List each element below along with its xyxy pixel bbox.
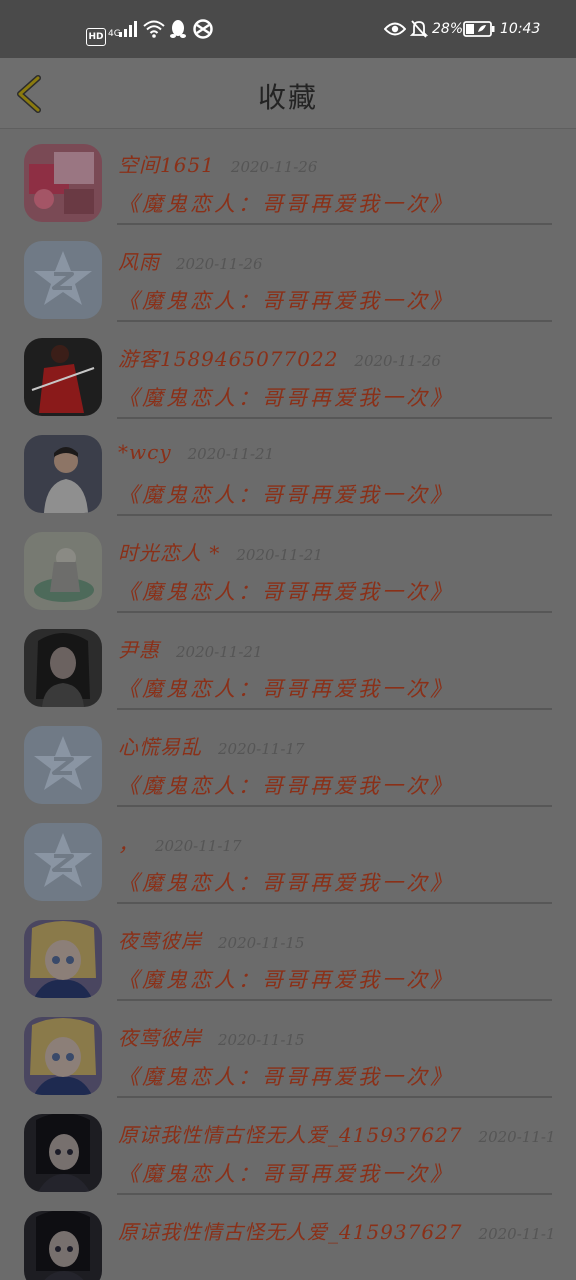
story-title-link[interactable]: 《魔鬼恋人：哥哥再爱我一次》 [118, 1061, 454, 1091]
favorite-row[interactable]: 时光恋人 * 2020-11-21 《魔鬼恋人：哥哥再爱我一次》 [0, 529, 576, 626]
name-line: 心慌易乱 2020-11-17 [118, 731, 304, 760]
username[interactable]: ， [118, 828, 139, 857]
story-title-link[interactable]: 《魔鬼恋人：哥哥再爱我一次》 [118, 382, 454, 412]
favorite-date: 2020-11-1 [478, 1225, 556, 1243]
favorite-date: 2020-11-26 [354, 352, 441, 370]
favorite-date: 2020-11-17 [218, 740, 305, 758]
favorite-row[interactable]: 原谅我性情古怪无人爱_415937627 2020-11-1 《魔鬼恋人：哥哥再爱我… [0, 1111, 576, 1208]
signal-icon [118, 19, 138, 39]
row-divider [117, 902, 552, 904]
favorite-date: 2020-11-15 [218, 1031, 305, 1049]
name-line: ， 2020-11-17 [118, 828, 241, 857]
favorite-date: 2020-11-21 [187, 445, 275, 463]
favorite-row[interactable]: 《魔鬼恋人：哥哥再爱我一次》 [0, 128, 576, 141]
username[interactable]: 夜莺彼岸 [118, 925, 202, 954]
username[interactable]: 风雨 [118, 246, 160, 275]
favorite-date: 2020-11-21 [176, 643, 263, 661]
name-line: 夜莺彼岸 2020-11-15 [118, 925, 304, 954]
user-avatar[interactable] [24, 435, 102, 513]
story-title-link[interactable]: 《魔鬼恋人：哥哥再爱我一次》 [118, 576, 454, 606]
row-divider [117, 611, 552, 613]
user-avatar[interactable] [24, 823, 102, 901]
user-avatar[interactable] [24, 1017, 102, 1095]
battery-icon [463, 19, 495, 39]
user-avatar[interactable] [24, 1211, 102, 1280]
favorite-row[interactable]: 心慌易乱 2020-11-17 《魔鬼恋人：哥哥再爱我一次》 [0, 723, 576, 820]
name-line: 原谅我性情古怪无人爱_415937627 2020-11-1 [118, 1119, 555, 1148]
row-divider [117, 417, 552, 419]
battery-percent: 28% [432, 21, 464, 37]
row-divider [117, 1193, 552, 1195]
story-title-link[interactable]: 《魔鬼恋人：哥哥再爱我一次》 [118, 1158, 454, 1188]
name-line: 尹惠 2020-11-21 [118, 634, 262, 663]
username[interactable]: 尹惠 [118, 634, 160, 663]
username[interactable]: 夜莺彼岸 [118, 1022, 202, 1051]
story-title-link[interactable]: 《魔鬼恋人：哥哥再爱我一次》 [118, 479, 454, 509]
eye-icon [384, 19, 406, 39]
favorite-date: 2020-11-26 [230, 158, 318, 176]
favorite-row[interactable]: 风雨 2020-11-26 《魔鬼恋人：哥哥再爱我一次》 [0, 238, 576, 335]
story-title-link[interactable]: 《魔鬼恋人：哥哥再爱我一次》 [118, 188, 454, 218]
username[interactable]: 原谅我性情古怪无人爱_415937627 [118, 1216, 463, 1245]
story-title-link[interactable]: 《魔鬼恋人：哥哥再爱我一次》 [118, 673, 454, 703]
hd-badge: HD [86, 28, 106, 46]
row-divider [117, 708, 552, 710]
row-divider [117, 1096, 552, 1098]
name-line: 夜莺彼岸 2020-11-15 [118, 1022, 304, 1051]
row-divider [117, 223, 552, 225]
username[interactable]: 原谅我性情古怪无人爱_415937627 [118, 1119, 463, 1148]
user-avatar[interactable] [24, 144, 102, 222]
favorite-row[interactable]: ， 2020-11-17 《魔鬼恋人：哥哥再爱我一次》 [0, 820, 576, 917]
name-line: 时光恋人 * 2020-11-21 [118, 537, 323, 566]
username[interactable]: 游客1589465077022 [118, 343, 338, 372]
user-avatar[interactable] [24, 629, 102, 707]
row-divider [117, 805, 552, 807]
favorite-date: 2020-11-17 [155, 837, 242, 855]
name-line: 空间1651 2020-11-26 [118, 149, 317, 178]
story-title-link[interactable]: 《魔鬼恋人：哥哥再爱我一次》 [118, 964, 454, 994]
favorite-row[interactable]: 夜莺彼岸 2020-11-15 《魔鬼恋人：哥哥再爱我一次》 [0, 1014, 576, 1111]
favorite-row[interactable]: 空间1651 2020-11-26 《魔鬼恋人：哥哥再爱我一次》 [0, 141, 576, 238]
name-line: 原谅我性情古怪无人爱_415937627 2020-11-1 [118, 1216, 555, 1245]
username[interactable]: *wcy [118, 440, 172, 464]
clock: 10:43 [500, 21, 541, 37]
favorite-row[interactable]: *wcy 2020-11-21 《魔鬼恋人：哥哥再爱我一次》 [0, 432, 576, 529]
page-title: 收藏 [257, 81, 318, 114]
row-divider [117, 514, 552, 516]
favorite-row[interactable]: 原谅我性情古怪无人爱_415937627 2020-11-1 [0, 1208, 576, 1280]
qq-icon [169, 19, 187, 39]
username[interactable]: 时光恋人 * [118, 537, 220, 566]
username[interactable]: 心慌易乱 [118, 731, 202, 760]
user-avatar[interactable] [24, 1114, 102, 1192]
name-line: 游客1589465077022 2020-11-26 [118, 343, 441, 372]
favorite-row[interactable]: 尹惠 2020-11-21 《魔鬼恋人：哥哥再爱我一次》 [0, 626, 576, 723]
name-line: *wcy 2020-11-21 [118, 440, 274, 464]
favorite-date: 2020-11-15 [218, 934, 305, 952]
username[interactable]: 空间1651 [118, 149, 215, 178]
story-title-link[interactable]: 《魔鬼恋人：哥哥再爱我一次》 [118, 285, 454, 315]
story-title-link[interactable]: 《魔鬼恋人：哥哥再爱我一次》 [118, 770, 454, 800]
name-line: 风雨 2020-11-26 [118, 246, 262, 275]
wifi-icon [143, 19, 165, 39]
favorite-date: 2020-11-26 [176, 255, 263, 273]
row-divider [117, 999, 552, 1001]
row-divider [117, 320, 552, 322]
title-bar: 收藏 [0, 58, 576, 129]
user-avatar[interactable] [24, 338, 102, 416]
app-notification-icon [193, 19, 213, 39]
favorite-row[interactable]: 夜莺彼岸 2020-11-15 《魔鬼恋人：哥哥再爱我一次》 [0, 917, 576, 1014]
user-avatar[interactable] [24, 920, 102, 998]
favorite-row[interactable]: 游客1589465077022 2020-11-26 《魔鬼恋人：哥哥再爱我一次》 [0, 335, 576, 432]
favorite-date: 2020-11-21 [236, 546, 323, 564]
user-avatar[interactable] [24, 532, 102, 610]
user-avatar[interactable] [24, 241, 102, 319]
status-bar: HD 4G 28% 10:43 [0, 0, 576, 58]
user-avatar[interactable] [24, 726, 102, 804]
mute-bell-icon [410, 19, 428, 39]
favorites-list[interactable]: 《魔鬼恋人：哥哥再爱我一次》空间16512020-11-26《魔鬼恋人：哥哥再爱… [0, 128, 576, 1280]
story-title-link[interactable]: 《魔鬼恋人：哥哥再爱我一次》 [118, 867, 454, 897]
favorite-date: 2020-11-1 [478, 1128, 556, 1146]
